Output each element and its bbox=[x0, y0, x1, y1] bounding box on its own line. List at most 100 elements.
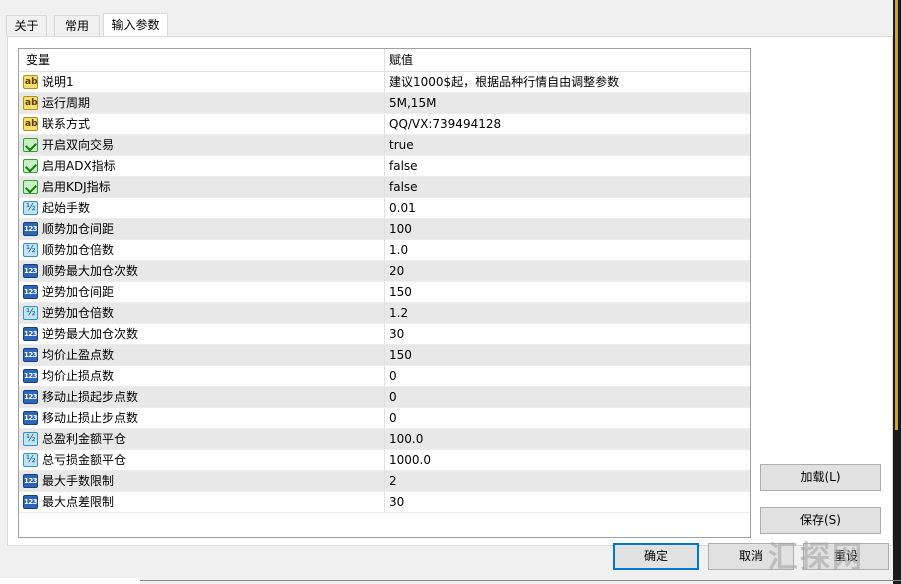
parameter-name: 起始手数 bbox=[42, 201, 91, 215]
background-window-edge bbox=[895, 0, 898, 430]
ok-button[interactable]: 确定 bbox=[613, 543, 699, 570]
tab-common[interactable]: 常用 bbox=[54, 15, 100, 36]
parameter-value[interactable]: 1000.0 bbox=[385, 450, 750, 470]
parameter-value[interactable]: 100 bbox=[385, 219, 750, 239]
parameter-name: 均价止盈点数 bbox=[42, 348, 115, 362]
parameter-row[interactable]: 逆势最大加仓次数 30 bbox=[19, 324, 750, 345]
parameter-value[interactable]: 1.0 bbox=[385, 240, 750, 260]
parameter-row[interactable]: 运行周期 5M,15M bbox=[19, 93, 750, 114]
string-type-icon bbox=[23, 96, 38, 110]
integer-type-icon bbox=[23, 348, 38, 362]
parameter-value[interactable]: 0 bbox=[385, 366, 750, 386]
integer-type-icon bbox=[23, 474, 38, 488]
column-header-value[interactable]: 赋值 bbox=[385, 49, 750, 71]
integer-type-icon bbox=[23, 264, 38, 278]
parameter-name-cell: 最大点差限制 bbox=[19, 492, 385, 512]
parameter-row[interactable]: 均价止盈点数 150 bbox=[19, 345, 750, 366]
parameter-value[interactable]: 100.0 bbox=[385, 429, 750, 449]
double-type-icon bbox=[23, 243, 38, 257]
parameter-name-cell: 启用ADX指标 bbox=[19, 156, 385, 176]
double-type-icon bbox=[23, 201, 38, 215]
parameter-name: 移动止损起步点数 bbox=[42, 390, 139, 404]
parameter-name: 说明1 bbox=[42, 75, 74, 89]
background-window-strip bbox=[893, 0, 901, 584]
grid-rows: 说明1 建议1000$起，根据品种行情自由调整参数运行周期 5M,15M 联系方式 QQ… bbox=[19, 72, 750, 513]
divider bbox=[140, 580, 901, 581]
double-type-icon bbox=[23, 453, 38, 467]
save-button[interactable]: 保存(S) bbox=[760, 507, 881, 534]
parameter-row[interactable]: 总盈利金额平仓 100.0 bbox=[19, 429, 750, 450]
parameter-row[interactable]: 启用ADX指标 false bbox=[19, 156, 750, 177]
parameter-row[interactable]: 联系方式 QQ/VX:739494128 bbox=[19, 114, 750, 135]
integer-type-icon bbox=[23, 369, 38, 383]
parameter-row[interactable]: 启用KDJ指标 false bbox=[19, 177, 750, 198]
parameter-row[interactable]: 说明1 建议1000$起，根据品种行情自由调整参数 bbox=[19, 72, 750, 93]
parameter-name: 顺势加仓间距 bbox=[42, 222, 115, 236]
parameter-value[interactable]: 0 bbox=[385, 408, 750, 428]
tab-inputs[interactable]: 输入参数 bbox=[103, 13, 168, 37]
parameter-value[interactable]: 30 bbox=[385, 324, 750, 344]
parameter-value[interactable]: 150 bbox=[385, 345, 750, 365]
parameter-name-cell: 均价止盈点数 bbox=[19, 345, 385, 365]
parameter-value[interactable]: 30 bbox=[385, 492, 750, 512]
parameter-row[interactable]: 总亏损金额平仓 1000.0 bbox=[19, 450, 750, 471]
parameter-row[interactable]: 顺势加仓倍数 1.0 bbox=[19, 240, 750, 261]
parameter-row[interactable]: 最大点差限制 30 bbox=[19, 492, 750, 513]
parameter-name: 最大手数限制 bbox=[42, 474, 115, 488]
parameter-row[interactable]: 起始手数 0.01 bbox=[19, 198, 750, 219]
parameter-name: 启用ADX指标 bbox=[42, 159, 116, 173]
parameter-row[interactable]: 逆势加仓倍数 1.2 bbox=[19, 303, 750, 324]
bool-type-icon bbox=[23, 159, 38, 173]
parameter-value[interactable]: 建议1000$起，根据品种行情自由调整参数 bbox=[385, 72, 750, 92]
parameter-row[interactable]: 最大手数限制 2 bbox=[19, 471, 750, 492]
bool-type-icon bbox=[23, 138, 38, 152]
parameter-row[interactable]: 顺势最大加仓次数 20 bbox=[19, 261, 750, 282]
parameter-row[interactable]: 均价止损点数 0 bbox=[19, 366, 750, 387]
parameter-value[interactable]: true bbox=[385, 135, 750, 155]
grid-header: 变量 赋值 bbox=[19, 49, 750, 72]
parameter-name-cell: 说明1 bbox=[19, 72, 385, 92]
parameter-value[interactable]: 2 bbox=[385, 471, 750, 491]
integer-type-icon bbox=[23, 327, 38, 341]
parameter-row[interactable]: 逆势加仓间距 150 bbox=[19, 282, 750, 303]
double-type-icon bbox=[23, 306, 38, 320]
watermark-logo: 汇探网 bbox=[768, 540, 864, 575]
parameter-name: 逆势加仓间距 bbox=[42, 285, 115, 299]
parameter-row[interactable]: 顺势加仓间距 100 bbox=[19, 219, 750, 240]
parameter-name-cell: 移动止损止步点数 bbox=[19, 408, 385, 428]
parameter-value[interactable]: 20 bbox=[385, 261, 750, 281]
parameter-name-cell: 总盈利金额平仓 bbox=[19, 429, 385, 449]
parameter-value[interactable]: 5M,15M bbox=[385, 93, 750, 113]
string-type-icon bbox=[23, 117, 38, 131]
parameters-grid[interactable]: 变量 赋值 说明1 建议1000$起，根据品种行情自由调整参数运行周期 5M,15M… bbox=[18, 48, 751, 538]
column-header-variable[interactable]: 变量 bbox=[19, 49, 385, 71]
parameter-name: 联系方式 bbox=[42, 117, 91, 131]
parameter-name-cell: 移动止损起步点数 bbox=[19, 387, 385, 407]
parameter-name-cell: 逆势加仓倍数 bbox=[19, 303, 385, 323]
parameter-name-cell: 逆势最大加仓次数 bbox=[19, 324, 385, 344]
parameter-name: 移动止损止步点数 bbox=[42, 411, 139, 425]
parameter-name-cell: 最大手数限制 bbox=[19, 471, 385, 491]
parameter-name: 逆势加仓倍数 bbox=[42, 306, 115, 320]
integer-type-icon bbox=[23, 285, 38, 299]
parameter-value[interactable]: QQ/VX:739494128 bbox=[385, 114, 750, 134]
parameter-row[interactable]: 移动止损止步点数 0 bbox=[19, 408, 750, 429]
parameter-name-cell: 起始手数 bbox=[19, 198, 385, 218]
double-type-icon bbox=[23, 432, 38, 446]
integer-type-icon bbox=[23, 390, 38, 404]
parameter-name: 运行周期 bbox=[42, 96, 91, 110]
tab-about[interactable]: 关于 bbox=[6, 15, 47, 36]
parameter-value[interactable]: 0 bbox=[385, 387, 750, 407]
load-button[interactable]: 加载(L) bbox=[760, 464, 881, 491]
parameter-row[interactable]: 开启双向交易 true bbox=[19, 135, 750, 156]
parameter-value[interactable]: 150 bbox=[385, 282, 750, 302]
parameter-value[interactable]: false bbox=[385, 177, 750, 197]
parameter-row[interactable]: 移动止损起步点数 0 bbox=[19, 387, 750, 408]
parameter-name-cell: 顺势加仓倍数 bbox=[19, 240, 385, 260]
background-window-edge-bottom bbox=[0, 578, 140, 584]
parameter-name: 均价止损点数 bbox=[42, 369, 115, 383]
integer-type-icon bbox=[23, 495, 38, 509]
parameter-value[interactable]: false bbox=[385, 156, 750, 176]
parameter-value[interactable]: 0.01 bbox=[385, 198, 750, 218]
parameter-value[interactable]: 1.2 bbox=[385, 303, 750, 323]
